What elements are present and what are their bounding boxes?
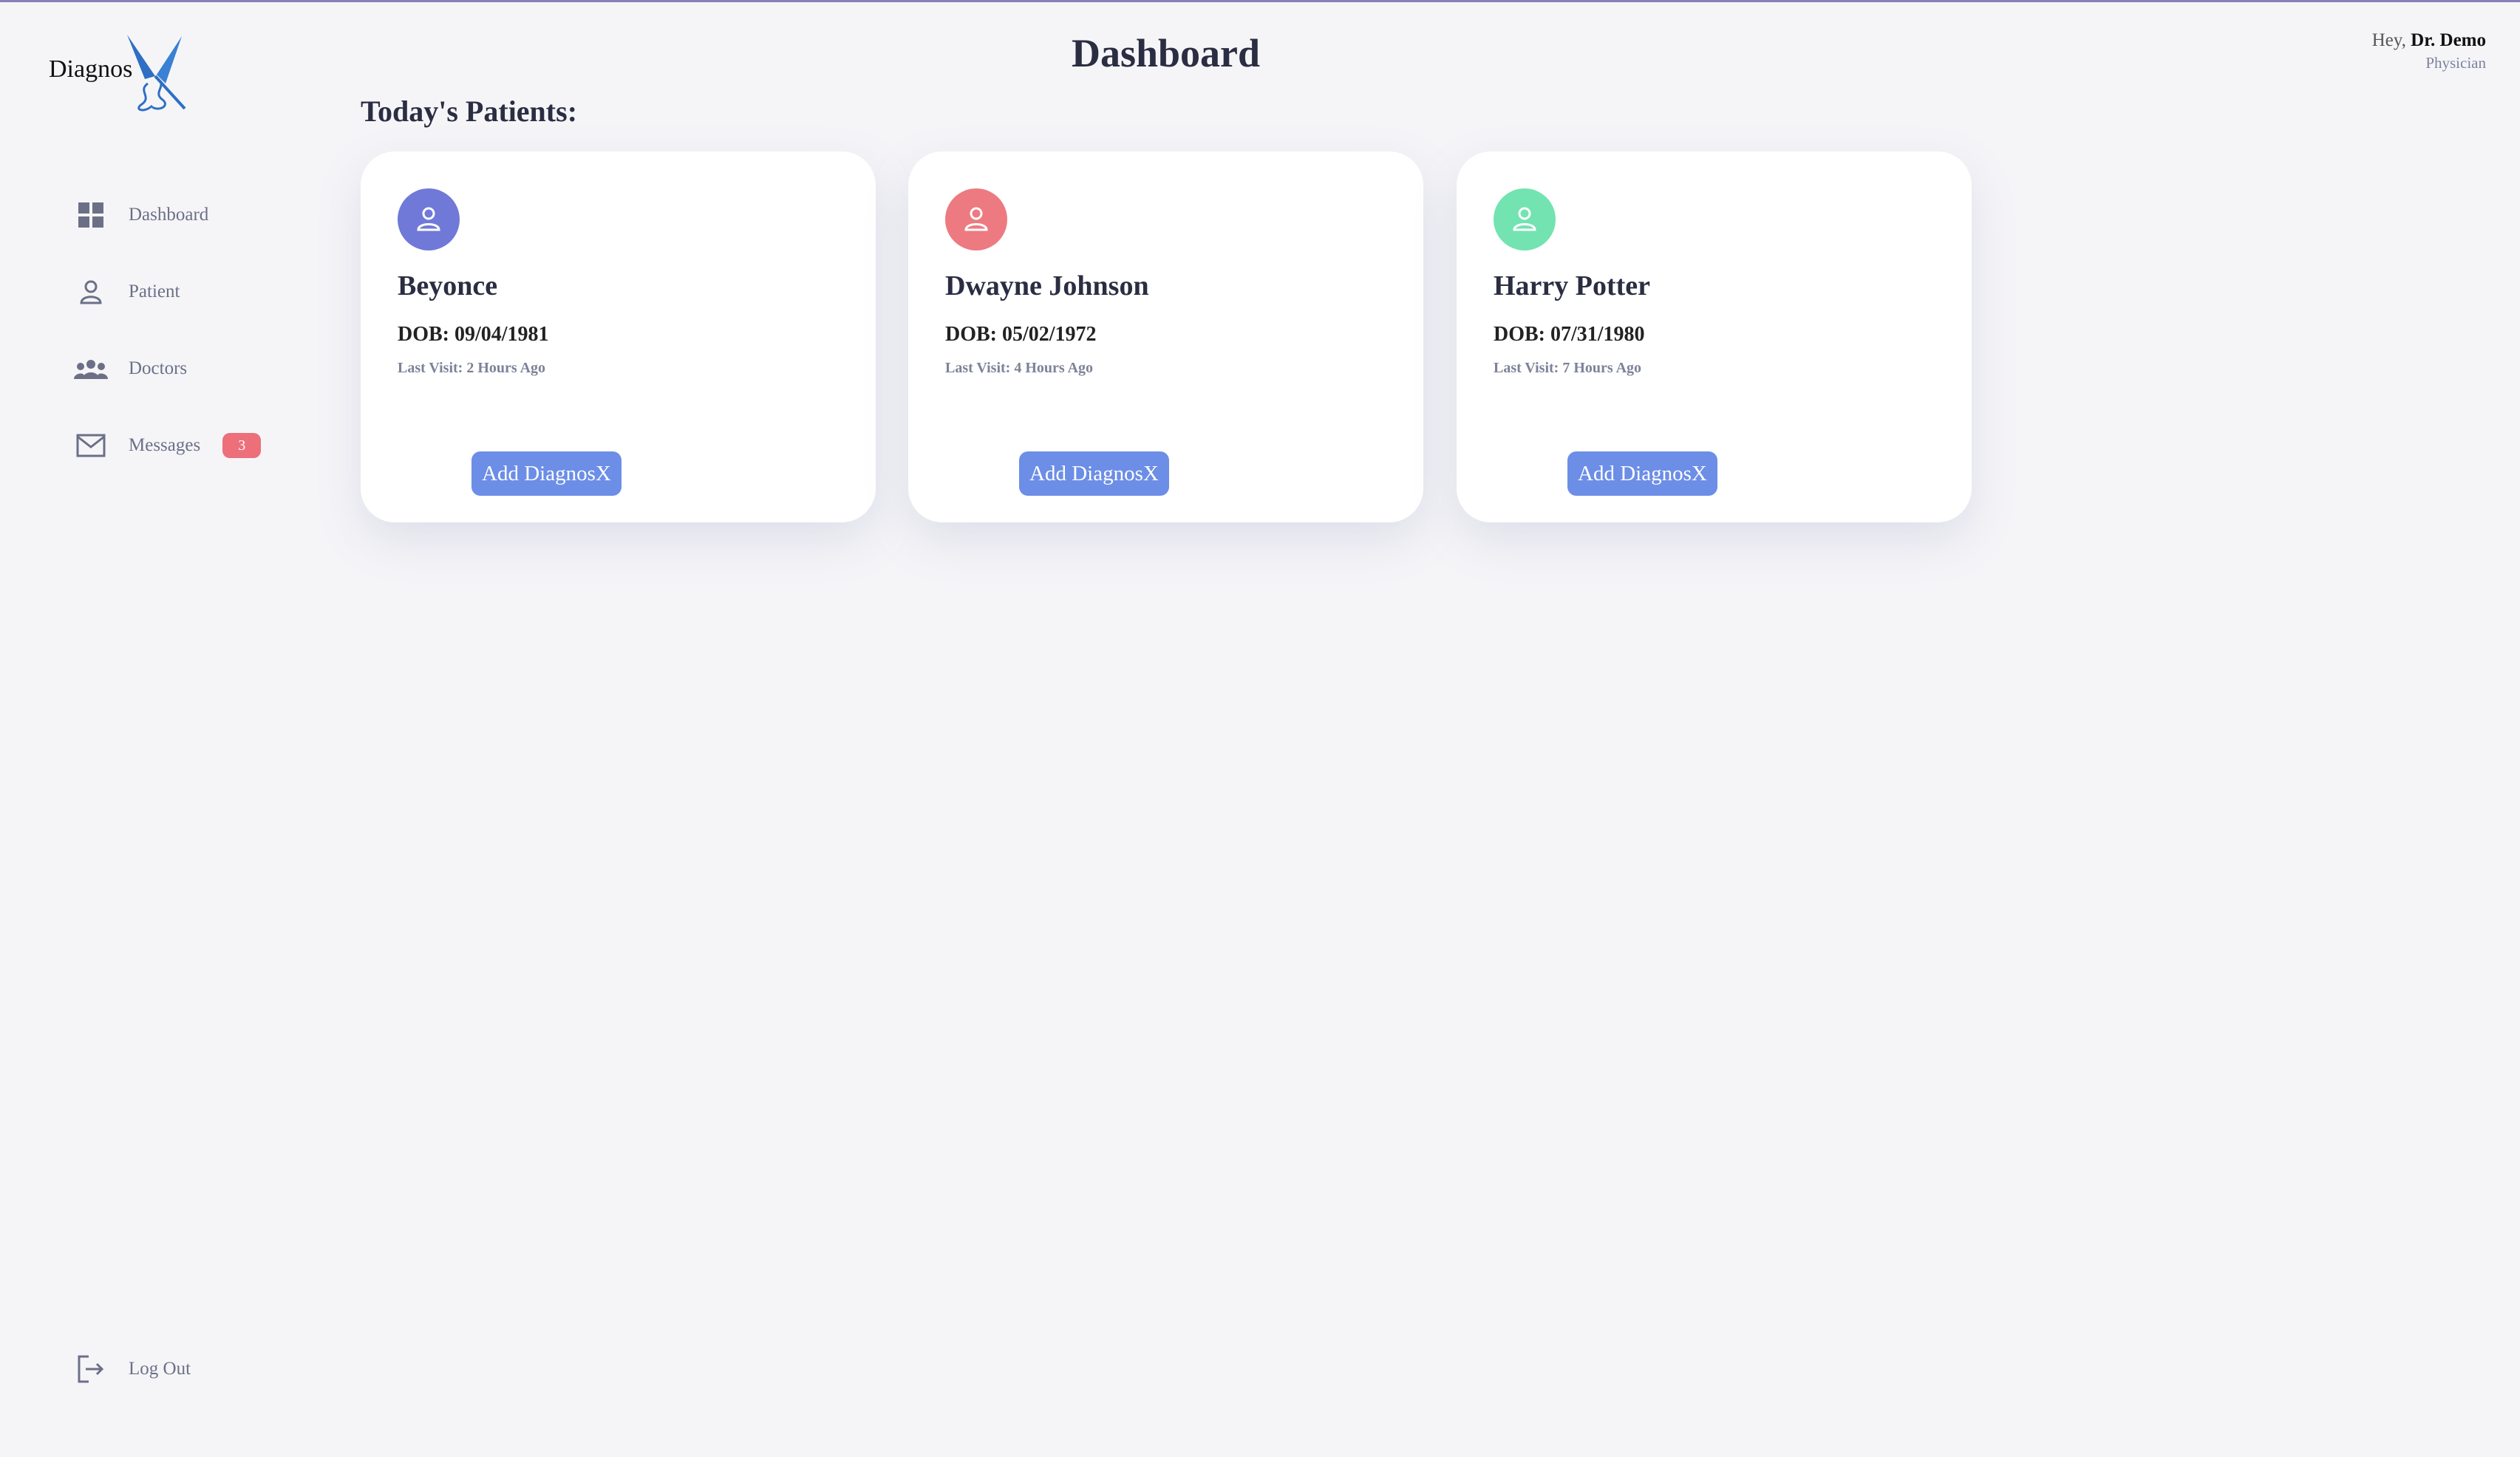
- sidebar-item-label: Messages: [129, 435, 201, 455]
- dashboard-icon: [74, 198, 108, 232]
- patient-last-visit: Last Visit: 4 Hours Ago: [945, 360, 1094, 376]
- person-icon: [417, 207, 440, 231]
- group-icon: [74, 352, 108, 386]
- sidebar-item-patient[interactable]: Patient: [74, 270, 180, 314]
- patient-name: Dwayne Johnson: [945, 270, 1149, 301]
- patient-last-visit: Last Visit: 2 Hours Ago: [398, 360, 546, 376]
- patient-dob: DOB: 09/04/1981: [398, 323, 549, 346]
- user-name: Dr. Demo: [2411, 30, 2486, 50]
- sidebar-item-messages[interactable]: Messages 3: [74, 423, 262, 468]
- patient-name: Harry Potter: [1494, 270, 1651, 301]
- add-diagnosx-button[interactable]: Add DiagnosX: [471, 451, 622, 496]
- user-greeting: Hey, Dr. Demo: [2372, 30, 2486, 51]
- logout-label: Log Out: [129, 1359, 191, 1379]
- user-role: Physician: [2425, 54, 2486, 72]
- patient-card: Beyonce DOB: 09/04/1981 Last Visit: 2 Ho…: [361, 151, 876, 522]
- sidebar-item-label: Patient: [129, 281, 180, 301]
- add-diagnosx-button[interactable]: Add DiagnosX: [1019, 451, 1169, 496]
- patient-card: Dwayne Johnson DOB: 05/02/1972 Last Visi…: [908, 151, 1423, 522]
- patient-dob: DOB: 05/02/1972: [945, 323, 1097, 346]
- person-icon: [74, 275, 108, 309]
- greeting-text: Hey,: [2371, 30, 2406, 50]
- mail-icon: [74, 429, 108, 463]
- sidebar-item-label: Doctors: [129, 358, 188, 378]
- user-info[interactable]: Hey, Dr. Demo Physician: [2372, 30, 2486, 72]
- person-icon: [1513, 207, 1536, 231]
- patient-dob: DOB: 07/31/1980: [1494, 323, 1645, 346]
- logout-button[interactable]: Log Out: [74, 1347, 191, 1391]
- patient-last-visit: Last Visit: 7 Hours Ago: [1494, 360, 1642, 376]
- sidebar-item-label: Dashboard: [129, 205, 209, 225]
- avatar: [1494, 188, 1556, 250]
- logout-icon: [74, 1352, 108, 1386]
- page-title: Dashboard: [1071, 31, 1261, 75]
- section-title: Today's Patients:: [361, 95, 578, 128]
- avatar: [945, 188, 1007, 250]
- sidebar-item-doctors[interactable]: Doctors: [74, 347, 187, 391]
- sidebar-item-dashboard[interactable]: Dashboard: [74, 193, 208, 237]
- add-diagnosx-button[interactable]: Add DiagnosX: [1567, 451, 1717, 496]
- patient-card: Harry Potter DOB: 07/31/1980 Last Visit:…: [1457, 151, 1972, 522]
- messages-count-badge: 3: [222, 433, 262, 458]
- avatar: [398, 188, 460, 250]
- person-icon: [964, 207, 988, 231]
- patient-name: Beyonce: [398, 270, 498, 301]
